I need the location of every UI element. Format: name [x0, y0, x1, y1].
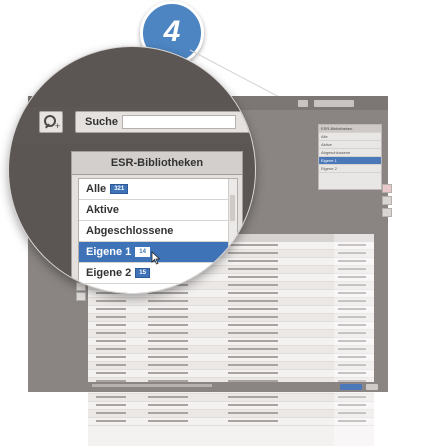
table-row[interactable] — [88, 330, 374, 338]
magnifier-callout: + Suche › ESR-Bibliotheken Alle 321 Aktiv… — [8, 46, 256, 294]
library-scrollbar[interactable] — [228, 179, 237, 293]
mini-library-item[interactable]: Aktive — [319, 141, 381, 149]
library-item-eigene-2[interactable]: Eigene 2 15 — [79, 263, 237, 284]
library-item-abgeschlossene[interactable]: Abgeschlossene — [79, 221, 237, 242]
chevron-right-icon[interactable]: › — [245, 112, 248, 123]
table-row[interactable] — [88, 306, 374, 314]
mouse-pointer-icon — [151, 251, 161, 265]
mini-library-title: ESR-Bibliotheken — [319, 125, 381, 133]
library-panel: ESR-Bibliotheken Alle 321 Aktive Abgeschl… — [71, 151, 243, 293]
amount-column — [334, 234, 374, 446]
library-item-label: Eigene 2 — [86, 267, 132, 279]
table-row[interactable] — [88, 314, 374, 322]
side-tool-button[interactable] — [76, 292, 86, 301]
search-bar: Suche › — [75, 111, 253, 133]
table-row[interactable] — [88, 370, 374, 378]
delete-button[interactable] — [382, 184, 392, 193]
toolbar-select[interactable] — [314, 100, 354, 107]
table-row[interactable] — [88, 338, 374, 346]
table-row[interactable] — [88, 298, 374, 306]
search-label: Suche — [85, 116, 119, 128]
mini-library-item[interactable]: Abgeschlossene — [319, 149, 381, 157]
mini-library-panel: ESR-Bibliotheken Alle Aktive Abgeschloss… — [318, 124, 382, 190]
table-row[interactable] — [88, 362, 374, 370]
count-badge: 321 — [110, 184, 129, 195]
plus-icon: + — [55, 121, 61, 131]
library-item-label: Abgeschlossene — [86, 225, 174, 237]
table-row[interactable] — [88, 354, 374, 362]
library-title: ESR-Bibliotheken — [72, 152, 242, 175]
add-button[interactable] — [382, 208, 392, 217]
table-row[interactable] — [88, 322, 374, 330]
count-badge: 14 — [135, 247, 150, 258]
mini-library-item[interactable]: Eigene 2 — [319, 165, 381, 173]
search-input[interactable] — [122, 115, 236, 129]
library-item-aktive[interactable]: Aktive — [79, 200, 237, 221]
library-item-label: Alle — [86, 183, 107, 195]
table-row[interactable] — [88, 402, 374, 410]
status-text — [92, 384, 212, 387]
scrollbar-thumb[interactable] — [230, 195, 235, 221]
library-item-label: Eigene 1 — [86, 246, 132, 258]
library-item-label: Aktive — [86, 204, 120, 216]
mini-library-item[interactable]: Alle — [319, 133, 381, 141]
export-button[interactable] — [382, 196, 392, 205]
table-row[interactable] — [88, 346, 374, 354]
toolbar-button[interactable] — [298, 100, 308, 107]
table-row[interactable] — [88, 394, 374, 402]
count-badge: 15 — [135, 268, 150, 279]
table-row[interactable] — [88, 418, 374, 426]
library-item-alle[interactable]: Alle 321 — [79, 179, 237, 200]
table-row[interactable] — [88, 410, 374, 418]
mini-library-item-selected[interactable]: Eigene 1 — [319, 157, 381, 165]
library-list: Alle 321 Aktive Abgeschlossene Eigene 1 14… — [78, 178, 238, 293]
footer-button[interactable] — [366, 384, 378, 390]
primary-footer-button[interactable] — [340, 384, 362, 390]
add-search-button[interactable]: + — [39, 111, 63, 133]
